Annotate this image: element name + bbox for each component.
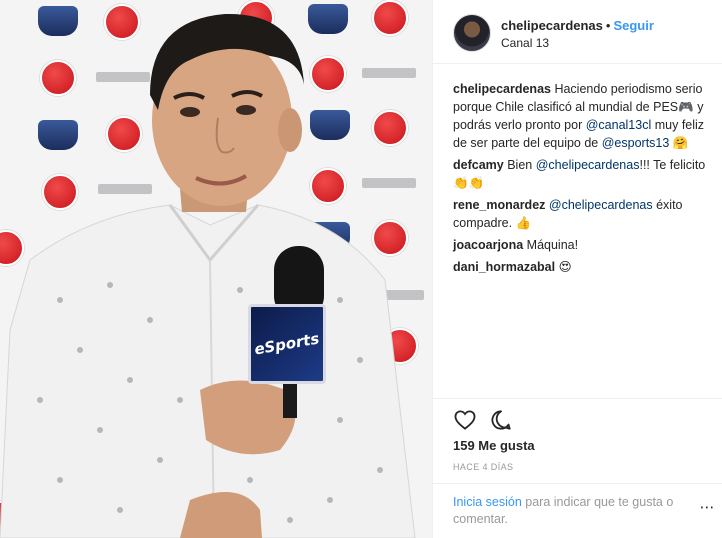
mention-link[interactable]: @chelipecardenas xyxy=(549,198,653,212)
login-prompt: Inicia sesión para indicar que te gusta … xyxy=(453,494,693,528)
caption-username[interactable]: chelipecardenas xyxy=(453,82,551,96)
comment-text: !!! Te felicito xyxy=(639,158,706,172)
header-username[interactable]: chelipecardenas xyxy=(501,18,603,33)
avatar[interactable] xyxy=(453,14,491,52)
comment-username[interactable]: joacoarjona xyxy=(453,238,523,252)
comment-username[interactable]: rene_monardez xyxy=(453,198,545,212)
comment-item: dani_hormazabal 😍 xyxy=(453,258,715,276)
comment-username[interactable]: dani_hormazabal xyxy=(453,260,555,274)
divider xyxy=(433,63,722,64)
thumbs-up-emoji: 👍 xyxy=(515,215,532,230)
divider xyxy=(433,483,722,484)
post-photo[interactable]: eSports xyxy=(0,0,432,538)
caption: chelipecardenas Haciendo periodismo seri… xyxy=(453,80,715,152)
comment-item: defcamy Bien @chelipecardenas!!! Te feli… xyxy=(453,156,715,192)
post-side-panel: chelipecardenas • Seguir Canal 13 chelipec… xyxy=(432,0,722,538)
comment-username[interactable]: defcamy xyxy=(453,158,504,172)
mention-link[interactable]: @canal13cl xyxy=(586,118,652,132)
post-header: chelipecardenas • Seguir Canal 13 xyxy=(453,14,713,56)
more-options-icon[interactable]: ⋯ xyxy=(699,500,715,518)
mention-link[interactable]: @chelipecardenas xyxy=(536,158,640,172)
esports-mic-flag: eSports xyxy=(248,304,326,384)
comments-list: chelipecardenas Haciendo periodismo seri… xyxy=(453,80,715,280)
person-illustration xyxy=(0,13,416,538)
heart-icon[interactable] xyxy=(453,408,477,432)
post-time: HACE 4 DÍAS xyxy=(453,462,514,472)
comment-item: joacoarjona Máquina! xyxy=(453,236,715,254)
clap-emoji: 👏👏 xyxy=(453,175,485,190)
hug-emoji: 🤗 xyxy=(672,135,689,150)
comment-icon[interactable] xyxy=(489,408,513,432)
gamepad-emoji: 🎮 xyxy=(678,99,694,114)
comment-text: Bien xyxy=(507,158,533,172)
login-link[interactable]: Inicia sesión xyxy=(453,495,522,509)
heart-eyes-emoji: 😍 xyxy=(558,259,572,274)
likes-count[interactable]: 159 Me gusta xyxy=(453,438,535,453)
comment-item: rene_monardez @chelipecardenas éxito com… xyxy=(453,196,715,232)
follow-button[interactable]: Seguir xyxy=(613,18,653,33)
divider xyxy=(433,398,722,399)
header-user-row: chelipecardenas • Seguir xyxy=(501,18,654,33)
separator-dot: • xyxy=(605,18,611,33)
location-link[interactable]: Canal 13 xyxy=(501,36,549,50)
comment-text: Máquina! xyxy=(526,238,579,252)
mic-flag-label: eSports xyxy=(253,329,321,359)
mention-link[interactable]: @esports13 xyxy=(602,136,670,150)
